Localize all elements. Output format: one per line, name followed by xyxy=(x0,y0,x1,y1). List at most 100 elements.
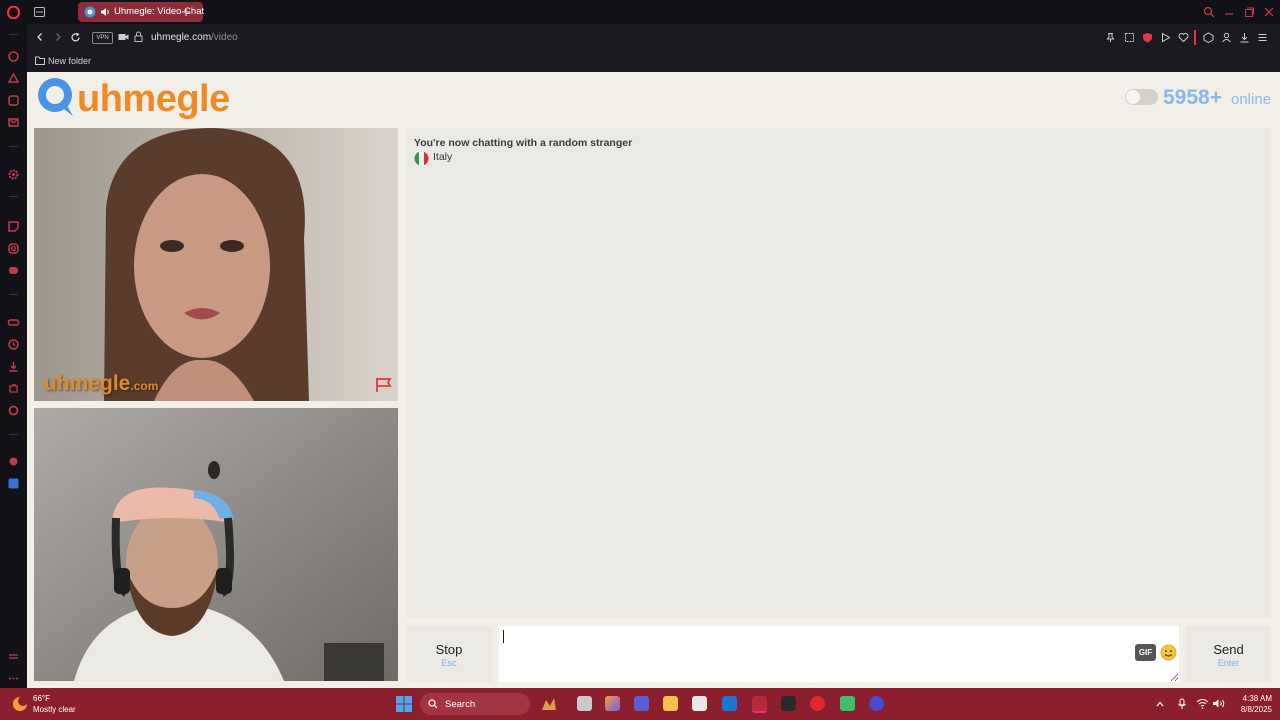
easy-setup-menu-icon[interactable] xyxy=(1257,32,1268,43)
minimize-icon[interactable] xyxy=(1223,6,1235,18)
teams-icon[interactable] xyxy=(634,696,649,711)
sidebar-settings-icon[interactable] xyxy=(7,404,20,417)
aria-icon[interactable] xyxy=(7,50,20,63)
extensions-cube-icon[interactable] xyxy=(1203,32,1214,43)
crypto-wallet-icon[interactable] xyxy=(7,72,20,85)
gaming-icon[interactable] xyxy=(7,316,20,329)
search-label: Search xyxy=(445,699,476,710)
theme-toggle[interactable] xyxy=(1125,89,1158,105)
tab-search-icon[interactable] xyxy=(1203,6,1215,18)
player-play-icon[interactable] xyxy=(1160,32,1171,43)
discord-icon[interactable] xyxy=(7,264,20,277)
taskbar-search[interactable]: Search xyxy=(420,693,556,715)
url-text[interactable]: uhmegle.com/video xyxy=(151,32,238,43)
send-button-label: Send xyxy=(1213,642,1244,657)
chat-log[interactable]: You're now chatting with a random strang… xyxy=(406,128,1271,618)
youtube-icon[interactable] xyxy=(810,696,825,711)
profile-icon[interactable] xyxy=(1221,32,1232,43)
tab-strip: Uhmegle: Video Chat xyxy=(27,0,1280,24)
more-dots-icon[interactable] xyxy=(7,672,20,685)
opera-logo-icon[interactable] xyxy=(7,6,20,19)
volume-icon[interactable] xyxy=(1212,698,1225,709)
video-watermark-suffix: .com xyxy=(130,379,159,393)
back-arrow-icon[interactable] xyxy=(35,32,45,42)
vpn-badge[interactable]: VPN xyxy=(92,32,113,44)
speaker-audio-icon[interactable] xyxy=(100,7,110,17)
camera-permission-icon[interactable] xyxy=(118,32,129,42)
video-watermark-text: uhmegle xyxy=(44,372,131,395)
stranger-country: Italy xyxy=(433,151,453,163)
stop-button[interactable]: Stop Esc xyxy=(406,626,492,682)
calculator-icon[interactable] xyxy=(781,696,796,711)
send-button-hint: Enter xyxy=(1217,658,1240,668)
opera-taskbar-icon[interactable] xyxy=(752,696,767,713)
twitch-icon[interactable] xyxy=(7,220,20,233)
heart-icon[interactable] xyxy=(1178,32,1189,43)
search-highlight-icon xyxy=(542,698,556,710)
self-video-frame xyxy=(34,408,398,681)
message-input[interactable] xyxy=(499,626,1179,682)
clock-date[interactable]: 8/8/2025 xyxy=(1228,705,1272,714)
lock-icon[interactable] xyxy=(134,31,143,42)
sidebar-separator xyxy=(9,294,18,295)
self-video xyxy=(34,408,398,681)
italy-flag-icon xyxy=(414,151,429,166)
app-circle-icon[interactable] xyxy=(869,696,884,711)
ublock-icon[interactable] xyxy=(7,455,20,468)
instagram-icon[interactable] xyxy=(7,242,20,255)
sidebar-separator xyxy=(9,196,18,197)
extensions-icon[interactable] xyxy=(7,382,20,395)
windows-start-icon[interactable] xyxy=(396,696,412,712)
reload-icon[interactable] xyxy=(70,32,81,43)
wifi-icon[interactable] xyxy=(1196,698,1209,709)
forward-arrow-icon[interactable] xyxy=(53,32,63,42)
emoji-smiley-icon[interactable] xyxy=(1160,644,1177,661)
stranger-video: uhmegle.com xyxy=(34,128,398,401)
copilot-icon[interactable] xyxy=(605,696,620,711)
stop-button-hint: Esc xyxy=(441,658,457,668)
adblock-shield-icon[interactable] xyxy=(1142,32,1153,43)
toggle-knob xyxy=(1126,90,1140,104)
gmail-icon[interactable] xyxy=(7,116,20,129)
translate-icon[interactable] xyxy=(7,477,20,490)
file-explorer-icon[interactable] xyxy=(663,696,678,711)
task-view-icon[interactable] xyxy=(577,696,592,711)
folder-icon xyxy=(35,56,45,65)
clock-time[interactable]: 4:38 AM xyxy=(1232,694,1272,703)
chat-status-message: You're now chatting with a random strang… xyxy=(414,137,633,149)
downloads-icon[interactable] xyxy=(7,360,20,373)
restore-icon[interactable] xyxy=(1243,6,1255,18)
new-tab-plus-icon[interactable] xyxy=(181,7,191,17)
tab-islands-icon[interactable] xyxy=(34,7,45,17)
outlook-icon[interactable] xyxy=(722,696,737,711)
chevron-up-icon[interactable] xyxy=(1155,699,1165,709)
toolbar-divider xyxy=(1194,30,1196,45)
browser-sidebar xyxy=(0,0,27,688)
pin-icon[interactable] xyxy=(1105,32,1116,43)
url-host: uhmegle.com xyxy=(151,32,212,43)
weather-description: Mostly clear xyxy=(33,705,76,714)
uhmegle-logo[interactable]: uhmegle xyxy=(35,76,230,120)
download-icon[interactable] xyxy=(1239,32,1250,43)
messenger-icon[interactable] xyxy=(7,94,20,107)
gx-icon[interactable] xyxy=(7,650,20,663)
search-icon xyxy=(428,699,438,709)
bookmarks-bar: New folder xyxy=(27,51,1280,73)
report-flag-icon[interactable] xyxy=(375,377,393,393)
weather-moon-icon xyxy=(13,696,28,711)
history-clock-icon[interactable] xyxy=(7,338,20,351)
snapshot-icon[interactable] xyxy=(1124,32,1135,43)
microphone-icon[interactable] xyxy=(1177,698,1187,710)
windows-taskbar: 66°F Mostly clear Search 4:38 AM 8/8/202… xyxy=(0,688,1280,720)
gif-button[interactable]: GIF xyxy=(1135,644,1156,661)
address-bar: VPN uhmegle.com/video xyxy=(27,24,1280,51)
url-path: /video xyxy=(211,32,238,43)
bookmark-folder-new-folder[interactable]: New folder xyxy=(48,56,91,66)
close-window-icon[interactable] xyxy=(1263,6,1275,18)
text-caret xyxy=(503,630,504,643)
sidebar-separator xyxy=(9,146,18,147)
microsoft-store-icon[interactable] xyxy=(692,696,707,711)
android-app-icon[interactable] xyxy=(840,696,855,711)
send-button[interactable]: Send Enter xyxy=(1186,626,1271,682)
settings-gear-icon[interactable] xyxy=(7,168,20,181)
